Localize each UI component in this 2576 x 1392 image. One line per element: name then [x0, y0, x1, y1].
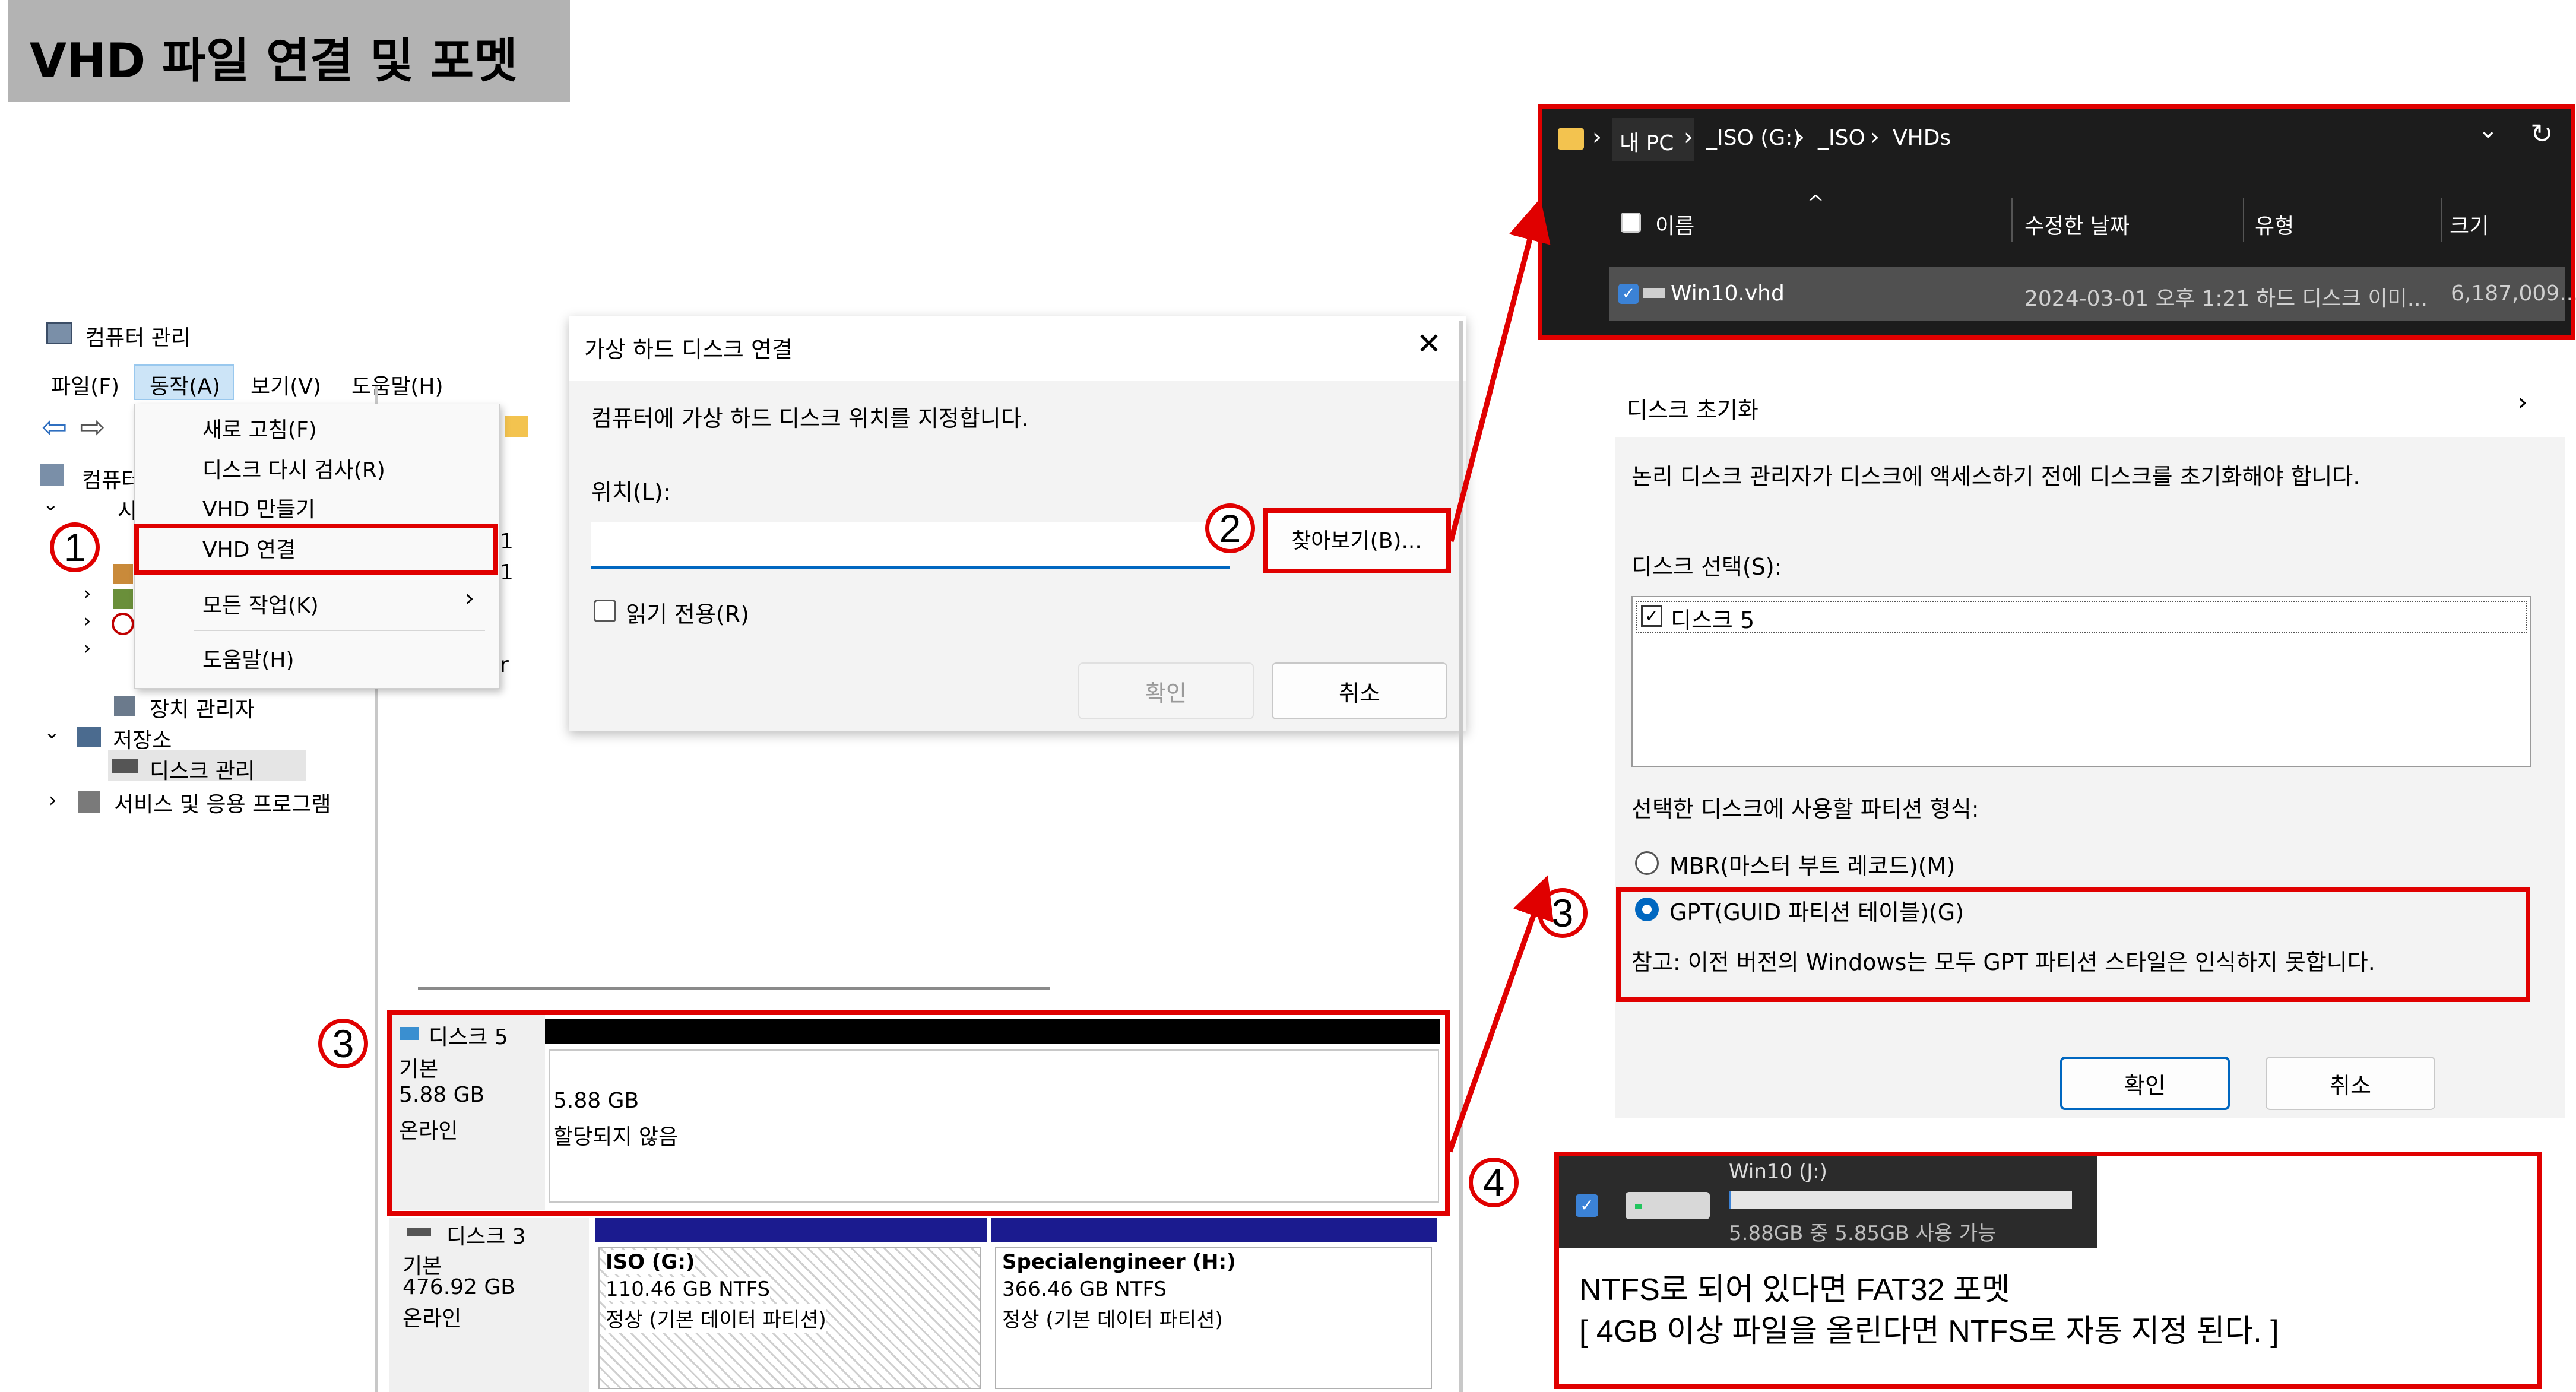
connector-arrows	[1447, 198, 1554, 1153]
arrow-disk5-to-init	[1447, 875, 1554, 1153]
arrow-browse-to-explorer	[1448, 198, 1551, 543]
